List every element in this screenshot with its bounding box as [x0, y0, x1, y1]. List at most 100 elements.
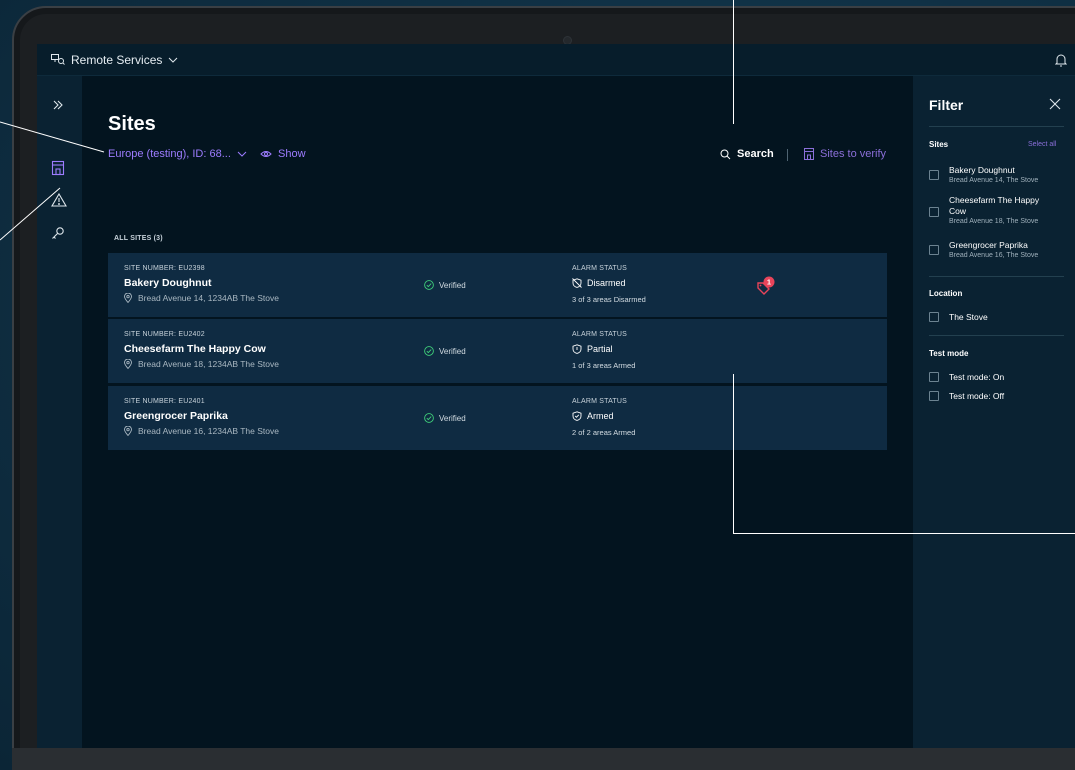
- option-address: Bread Avenue 14, The Stove: [949, 177, 1039, 184]
- filter-test-mode-option[interactable]: Test mode: On: [929, 372, 1064, 383]
- verification-status: Verified: [424, 413, 466, 423]
- filter-title: Filter: [929, 97, 964, 113]
- verification-status: Verified: [424, 346, 466, 356]
- all-sites-heading: ALL SITES (3): [114, 235, 163, 242]
- filter-divider: [929, 126, 1064, 127]
- alarm-state: Armed: [572, 411, 614, 421]
- filter-location-option[interactable]: The Stove: [929, 312, 1064, 323]
- verification-text: Verified: [439, 413, 466, 423]
- checkbox[interactable]: [929, 207, 939, 217]
- checkbox[interactable]: [929, 391, 939, 401]
- alarm-state-text: Disarmed: [587, 278, 626, 288]
- filter-divider: [929, 276, 1064, 277]
- option-text: Cheesefarm The Happy Cow Bread Avenue 18…: [949, 195, 1057, 227]
- annotation-line: [0, 187, 61, 241]
- chevron-down-icon: [168, 57, 178, 63]
- option-name: The Stove: [949, 312, 988, 322]
- alarm-status-heading: ALARM STATUS: [572, 265, 628, 272]
- option-name: Greengrocer Paprika: [949, 240, 1028, 250]
- site-address-text: Bread Avenue 18, 1234AB The Stove: [138, 359, 279, 369]
- shield-off-icon: [572, 278, 582, 288]
- annotation-line: [733, 374, 734, 534]
- checkbox[interactable]: [929, 245, 939, 255]
- alarm-detail: 3 of 3 areas Disarmed: [572, 295, 646, 304]
- option-name: Test mode: Off: [949, 391, 1005, 401]
- alarm-state-text: Partial: [587, 344, 613, 354]
- alarm-detail: 1 of 3 areas Armed: [572, 361, 636, 370]
- verification-text: Verified: [439, 280, 466, 290]
- alarm-state: Disarmed: [572, 278, 626, 288]
- remote-services-icon: [51, 53, 65, 66]
- annotation-line: [733, 533, 1075, 534]
- show-button[interactable]: Show: [260, 148, 306, 160]
- show-label: Show: [278, 148, 306, 160]
- filter-site-option[interactable]: Cheesefarm The Happy Cow Bread Avenue 18…: [929, 195, 1064, 227]
- site-card-cheesefarm[interactable]: SITE NUMBER: EU2402 Cheesefarm The Happy…: [108, 319, 887, 383]
- sites-to-verify-button[interactable]: Sites to verify: [804, 148, 886, 160]
- eye-icon: [260, 150, 272, 158]
- verification-text: Verified: [439, 346, 466, 356]
- site-address: Bread Avenue 18, 1234AB The Stove: [124, 359, 279, 369]
- alarm-status-heading: ALARM STATUS: [572, 398, 628, 405]
- filter-sites-heading: Sites: [929, 140, 949, 149]
- checkbox[interactable]: [929, 170, 939, 180]
- checkbox[interactable]: [929, 312, 939, 322]
- filter-location-heading: Location: [929, 289, 963, 298]
- alarm-status-heading: ALARM STATUS: [572, 331, 628, 338]
- check-circle-icon: [424, 280, 434, 290]
- page-title: Sites: [108, 113, 156, 135]
- filter-site-option[interactable]: Greengrocer Paprika Bread Avenue 16, The…: [929, 240, 1064, 261]
- site-number: SITE NUMBER: EU2402: [124, 331, 205, 338]
- option-text: Test mode: Off: [949, 391, 1004, 402]
- filter-site-option[interactable]: Bakery Doughnut Bread Avenue 14, The Sto…: [929, 165, 1064, 186]
- building-icon: [804, 148, 814, 160]
- location-pin-icon: [124, 293, 132, 303]
- app-title: Remote Services: [71, 52, 163, 67]
- checkbox[interactable]: [929, 372, 939, 382]
- alarm-state-text: Armed: [587, 411, 614, 421]
- option-address: Bread Avenue 18, The Stove: [949, 218, 1039, 225]
- site-name: Greengrocer Paprika: [124, 410, 228, 422]
- location-pin-icon: [124, 426, 132, 436]
- option-text: The Stove: [949, 312, 988, 323]
- option-name: Bakery Doughnut: [949, 165, 1015, 175]
- search-icon: [720, 149, 731, 160]
- option-address: Bread Avenue 16, The Stove: [949, 252, 1039, 259]
- filter-panel: Filter Sites Select all Bakery Doughnut …: [913, 76, 1075, 748]
- filter-divider: [929, 335, 1064, 336]
- filter-test-mode-heading: Test mode: [929, 349, 969, 358]
- toolbar-divider: [787, 149, 788, 161]
- location-pin-icon: [124, 359, 132, 369]
- option-name: Cheesefarm The Happy Cow: [949, 195, 1040, 216]
- top-bar: Remote Services: [37, 44, 1075, 76]
- bell-icon[interactable]: [1054, 53, 1068, 72]
- option-text: Test mode: On: [949, 372, 1004, 383]
- laptop-base: [12, 748, 1075, 770]
- site-address-text: Bread Avenue 16, 1234AB The Stove: [138, 426, 279, 436]
- site-card-bakery-doughnut[interactable]: SITE NUMBER: EU2398 Bakery Doughnut Brea…: [108, 253, 887, 317]
- check-circle-icon: [424, 413, 434, 423]
- sites-to-verify-label: Sites to verify: [820, 148, 887, 160]
- site-number: SITE NUMBER: EU2401: [124, 398, 205, 405]
- app-switcher[interactable]: Remote Services: [51, 53, 178, 67]
- site-name: Bakery Doughnut: [124, 277, 212, 289]
- warning-count: 1: [767, 278, 771, 287]
- option-text: Greengrocer Paprika Bread Avenue 16, The…: [949, 240, 1038, 261]
- search-label: Search: [737, 148, 774, 160]
- close-icon[interactable]: [1049, 97, 1063, 111]
- main-content: Sites Europe (testing), ID: 68... Show S…: [82, 76, 913, 748]
- verification-status: Verified: [424, 280, 466, 290]
- search-button[interactable]: Search: [720, 148, 774, 160]
- scope-selector[interactable]: Europe (testing), ID: 68...: [108, 148, 247, 160]
- shield-partial-icon: [572, 344, 582, 354]
- warning-tag-icon[interactable]: 1: [754, 275, 776, 297]
- annotation-lines-left: [0, 121, 105, 241]
- select-all-link[interactable]: Select all: [1028, 141, 1056, 148]
- scope-label: Europe (testing), ID: 68...: [108, 148, 231, 160]
- alarm-detail: 2 of 2 areas Armed: [572, 428, 636, 437]
- site-name: Cheesefarm The Happy Cow: [124, 343, 266, 355]
- site-card-greengrocer[interactable]: SITE NUMBER: EU2401 Greengrocer Paprika …: [108, 386, 887, 450]
- filter-test-mode-option[interactable]: Test mode: Off: [929, 391, 1064, 402]
- site-address: Bread Avenue 14, 1234AB The Stove: [124, 293, 279, 303]
- chevron-down-icon: [237, 151, 247, 157]
